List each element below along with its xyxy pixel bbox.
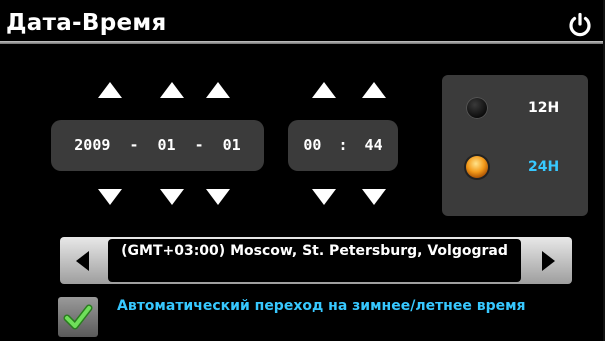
timezone-prev-arrow-icon[interactable] (76, 251, 89, 271)
year-down-arrow-icon[interactable] (98, 189, 122, 205)
header-bar: Дата-Время (0, 10, 603, 44)
month-up-arrow-icon[interactable] (160, 82, 184, 98)
timezone-value: (GMT+03:00) Moscow, St. Petersburg, Volg… (108, 239, 521, 282)
year-up-arrow-icon[interactable] (98, 82, 122, 98)
checkmark-icon (63, 304, 93, 330)
radio-24h[interactable] (466, 156, 488, 178)
timezone-selector: (GMT+03:00) Moscow, St. Petersburg, Volg… (60, 237, 572, 284)
time-format-selector: 12H 24H (442, 75, 588, 216)
radio-12h[interactable] (466, 97, 488, 119)
year-value: 2009 (74, 136, 111, 154)
day-value: 01 (222, 136, 241, 154)
timezone-next-arrow-icon[interactable] (542, 251, 555, 271)
power-icon[interactable] (566, 11, 594, 39)
date-separator: - (129, 136, 139, 154)
day-up-arrow-icon[interactable] (206, 82, 230, 98)
date-time-screen: Дата-Время 2009 - 01 - 01 00 : 44 12H 24… (0, 0, 605, 341)
minute-down-arrow-icon[interactable] (362, 189, 386, 205)
minutes-value: 44 (364, 136, 383, 154)
label-12h[interactable]: 12H (528, 100, 559, 116)
date-display: 2009 - 01 - 01 (51, 120, 264, 171)
hour-down-arrow-icon[interactable] (312, 189, 336, 205)
hour-up-arrow-icon[interactable] (312, 82, 336, 98)
hours-value: 00 (303, 136, 322, 154)
minute-up-arrow-icon[interactable] (362, 82, 386, 98)
dst-checkbox[interactable] (58, 297, 98, 337)
time-separator: : (338, 136, 348, 154)
time-display: 00 : 44 (288, 120, 398, 171)
month-value: 01 (157, 136, 176, 154)
dst-label[interactable]: Автоматический переход на зимнее/летнее … (117, 298, 557, 315)
label-24h[interactable]: 24H (528, 159, 559, 175)
day-down-arrow-icon[interactable] (206, 189, 230, 205)
month-down-arrow-icon[interactable] (160, 189, 184, 205)
screen: Дата-Время 2009 - 01 - 01 00 : 44 12H 24… (0, 0, 612, 349)
date-separator: - (194, 136, 204, 154)
page-title: Дата-Время (6, 10, 167, 36)
